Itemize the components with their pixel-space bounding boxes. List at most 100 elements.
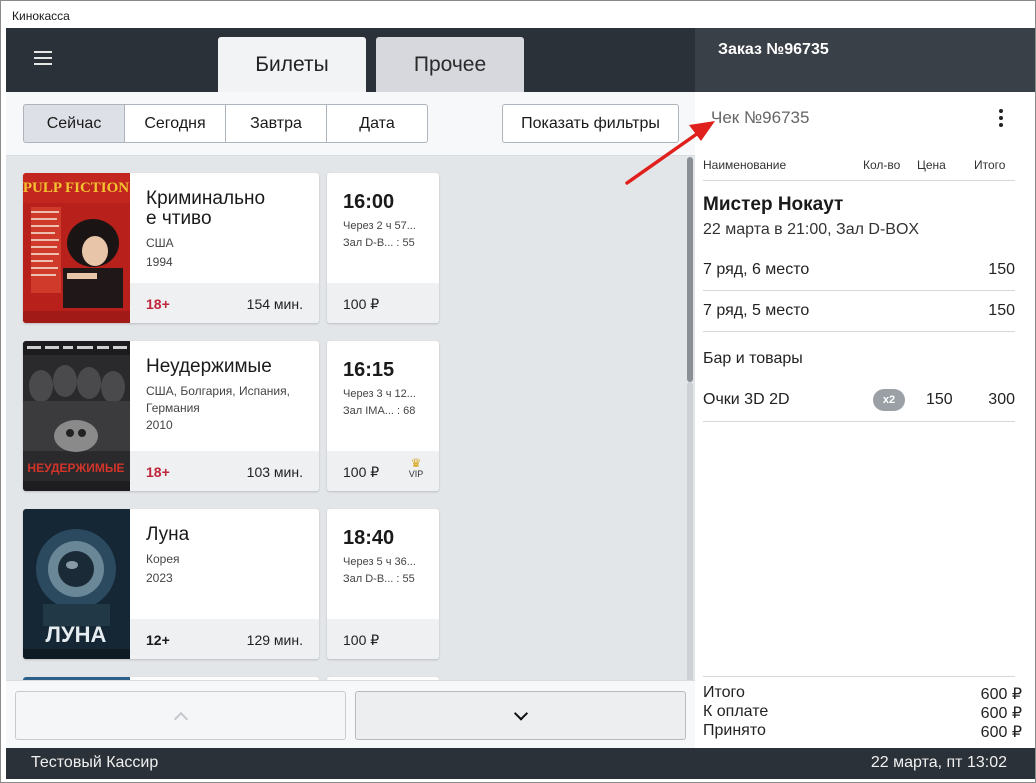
seat-price: 150 xyxy=(988,261,1015,278)
paging-bar xyxy=(6,680,695,748)
receipt-pane: Чек №96735 Наименование Кол-во Цена Итог… xyxy=(695,92,1035,748)
session-card[interactable]: 18:40 Через 5 ч 36... Зал D-B... : 55 10… xyxy=(327,509,439,659)
session-starts-in: Через 2 ч 57... xyxy=(343,220,416,232)
to-pay-label: К оплате xyxy=(703,703,769,720)
movie-list[interactable]: PULP FICTION Криминально е чтиво США 199… xyxy=(6,157,695,680)
total-label: Итого xyxy=(703,684,745,701)
divider xyxy=(703,290,1015,291)
session-hall: Зал IMA... : 68 xyxy=(343,405,416,417)
movie-card-footer: 18+ 154 мин. xyxy=(130,283,319,323)
tab-tickets[interactable]: Билеты xyxy=(218,37,366,92)
tab-other[interactable]: Прочее xyxy=(376,37,524,92)
goods-item-total: 300 xyxy=(988,391,1015,408)
to-pay-value: 600 ₽ xyxy=(980,705,1022,722)
total-value: 600 ₽ xyxy=(980,686,1022,703)
scroll-down-button[interactable] xyxy=(355,691,686,740)
movie-year: 2010 xyxy=(146,418,173,432)
filter-now-button[interactable]: Сейчас xyxy=(23,104,125,143)
sessions-pane: Сейчас Сегодня Завтра Дата Показать филь… xyxy=(6,92,695,748)
divider xyxy=(703,421,1015,422)
more-options-icon[interactable] xyxy=(997,109,1005,127)
session-info: Через 3 ч 12... Зал IMA... : 68 xyxy=(343,386,435,420)
scrollbar-thumb[interactable] xyxy=(687,157,693,382)
goods-item-price: 150 xyxy=(926,391,953,408)
seat-label[interactable]: 7 ряд, 6 место xyxy=(703,261,809,279)
received-label: Принято xyxy=(703,722,766,739)
movie-year: 1994 xyxy=(146,255,173,269)
session-footer: 100 ₽ xyxy=(327,619,439,659)
divider xyxy=(703,676,1015,677)
session-card[interactable]: 16:00 Через 2 ч 57... Зал D-B... : 55 10… xyxy=(327,173,439,323)
column-header-name: Наименование xyxy=(703,158,787,172)
session-info: Через 2 ч 57... Зал D-B... : 55 xyxy=(343,218,435,252)
status-bar: Тестовый Кассир 22 марта, пт 13:02 xyxy=(6,748,1035,779)
cashier-name: Тестовый Кассир xyxy=(31,754,159,771)
filter-date-button[interactable]: Дата xyxy=(326,104,428,143)
scrollbar-track[interactable] xyxy=(687,382,693,682)
movie-card[interactable]: ЛУНА Луна Корея 2023 12+ 129 мин. xyxy=(23,509,319,659)
movie-title: Криминально е чтиво xyxy=(146,188,266,229)
movie-poster: НЕУДЕРЖИМЫЕ xyxy=(23,341,130,491)
movie-year: 2023 xyxy=(146,571,173,585)
poster-title-text: НЕУДЕРЖИМЫЕ xyxy=(27,461,124,475)
order-title: Заказ №96735 xyxy=(718,41,829,58)
poster-title-text: ЛУНА xyxy=(46,622,107,647)
header-bar: Билеты Прочее xyxy=(6,28,695,92)
vip-label: VIP xyxy=(408,469,424,479)
ticket-session-info: 22 марта в 21:00, Зал D-BOX xyxy=(703,221,920,238)
session-info: Через 5 ч 36... Зал D-B... : 55 xyxy=(343,554,435,588)
date-time: 22 марта, пт 13:02 xyxy=(870,754,1007,771)
session-footer: 100 ₽ ♛ VIP xyxy=(327,451,439,491)
movie-duration: 154 мин. xyxy=(246,296,303,312)
show-filters-button[interactable]: Показать фильтры xyxy=(502,104,679,143)
session-card[interactable]: 16:15 Через 3 ч 12... Зал IMA... : 68 10… xyxy=(327,341,439,491)
receipt-number: Чек №96735 xyxy=(711,108,810,127)
chevron-up-icon xyxy=(173,711,188,726)
movie-card-footer: 12+ 129 мин. xyxy=(130,619,319,659)
session-price: 100 ₽ xyxy=(343,464,380,480)
menu-icon[interactable] xyxy=(34,51,52,65)
movie-card[interactable]: PULP FICTION Криминально е чтиво США 199… xyxy=(23,173,319,323)
poster-title-text: PULP FICTION xyxy=(23,180,129,196)
session-price: 100 ₽ xyxy=(343,632,380,648)
movie-title: Луна xyxy=(146,524,190,545)
filter-tomorrow-button[interactable]: Завтра xyxy=(225,104,327,143)
session-price: 100 ₽ xyxy=(343,296,380,312)
age-rating: 12+ xyxy=(146,632,170,648)
movie-countries: Корея xyxy=(146,552,180,566)
movie-poster: ЛУНА xyxy=(23,509,130,659)
column-header-price: Цена xyxy=(917,158,946,172)
goods-section-title: Бар и товары xyxy=(703,350,803,367)
window-title: Кинокасса xyxy=(1,1,1035,28)
chevron-down-icon xyxy=(513,705,528,721)
scroll-up-button[interactable] xyxy=(15,691,346,740)
divider xyxy=(703,331,1015,332)
movie-card[interactable]: НЕУДЕРЖИМЫЕ Неудержимые США, Болгария, И… xyxy=(23,341,319,491)
movie-duration: 129 мин. xyxy=(246,632,303,648)
movie-countries: США xyxy=(146,236,174,250)
date-filter-bar: Сейчас Сегодня Завтра Дата Показать филь… xyxy=(6,92,695,156)
movie-poster: PULP FICTION xyxy=(23,173,130,323)
divider xyxy=(703,180,1015,181)
order-header: Заказ №96735 xyxy=(695,28,1035,92)
session-starts-in: Через 3 ч 12... xyxy=(343,388,416,400)
column-header-total: Итого xyxy=(974,158,1006,172)
ticket-movie-title: Мистер Нокаут xyxy=(703,194,844,215)
session-starts-in: Через 5 ч 36... xyxy=(343,556,416,568)
session-time: 16:00 xyxy=(343,191,395,213)
session-hall: Зал D-B... : 55 xyxy=(343,573,415,585)
session-time: 16:15 xyxy=(343,359,395,381)
age-rating: 18+ xyxy=(146,464,170,480)
seat-label[interactable]: 7 ряд, 5 место xyxy=(703,302,809,320)
age-rating: 18+ xyxy=(146,296,170,312)
movie-countries: США, Болгария, Испания, Германия xyxy=(146,384,290,415)
session-hall: Зал D-B... : 55 xyxy=(343,237,415,249)
received-value: 600 ₽ xyxy=(980,724,1022,741)
movie-title: Неудержимые xyxy=(146,356,272,377)
quantity-badge[interactable]: x2 xyxy=(873,389,905,411)
filter-today-button[interactable]: Сегодня xyxy=(124,104,226,143)
vip-badge: ♛ VIP xyxy=(405,457,427,479)
goods-item-name[interactable]: Очки 3D 2D xyxy=(703,391,790,409)
app-window: Кинокасса Билеты Прочее Заказ №96735 Сей… xyxy=(0,0,1036,783)
movie-card-footer: 18+ 103 мин. xyxy=(130,451,319,491)
